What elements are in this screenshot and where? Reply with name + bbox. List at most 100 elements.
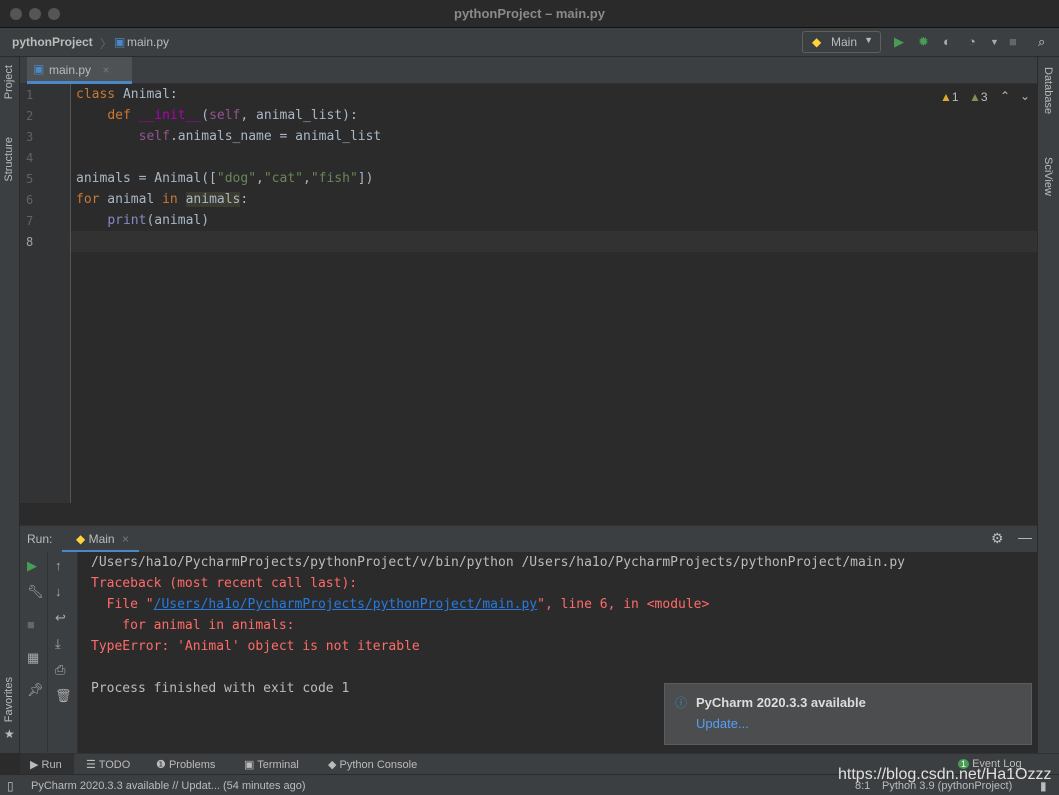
line-gutter: 1 2 3 4 5 6 7 8 bbox=[20, 84, 71, 503]
profile-icon[interactable]: ◔ bbox=[968, 34, 976, 49]
weak-warning-icon[interactable]: ▲3 bbox=[969, 90, 988, 104]
run-icon[interactable]: ▶ bbox=[894, 34, 904, 50]
breadcrumb-file[interactable]: main.py bbox=[127, 35, 169, 49]
chevron-down-icon: ▼ bbox=[864, 35, 873, 45]
tool-tab-terminal[interactable]: ▣ Terminal bbox=[244, 758, 299, 771]
status-message[interactable]: PyCharm 2020.3.3 available // Updat... (… bbox=[31, 780, 306, 792]
console-error: TypeError: 'Animal' object is not iterab… bbox=[91, 639, 420, 654]
tab-main-py[interactable]: ▣ main.py × bbox=[27, 57, 132, 84]
terminal-icon: ▣ bbox=[244, 759, 255, 771]
code-editor[interactable]: class Animal: def __init__(self, animal_… bbox=[71, 84, 1037, 503]
editor-bottom bbox=[20, 503, 1037, 525]
run-panel-label: Run: bbox=[27, 532, 53, 546]
code-line-5: animals = Animal(["dog","cat","fish"]) bbox=[76, 171, 374, 186]
close-tab-icon[interactable]: × bbox=[102, 63, 109, 77]
print-icon[interactable]: ⎙ bbox=[55, 662, 65, 678]
debug-icon[interactable]: ✹ bbox=[918, 34, 929, 50]
scroll-to-end-icon[interactable]: ⤓ bbox=[55, 636, 61, 652]
tool-tab-run[interactable]: ▶ Run bbox=[20, 754, 74, 775]
line-number: 6 bbox=[26, 193, 34, 207]
console-command-line: /Users/ha1o/PycharmProjects/pythonProjec… bbox=[91, 555, 905, 570]
watermark: https://blog.csdn.net/Ha1Ozzz bbox=[838, 766, 1052, 783]
structure-tool-button[interactable]: Structure bbox=[3, 137, 15, 182]
python-file-icon: ▣ bbox=[33, 62, 45, 76]
star-icon: ★ bbox=[4, 727, 15, 741]
arrow-up-icon[interactable]: ↑ bbox=[55, 558, 62, 573]
status-toggle-icon[interactable]: ▯ bbox=[7, 779, 14, 793]
close-window-button[interactable] bbox=[10, 8, 22, 20]
console-file-line: File "/Users/ha1o/PycharmProjects/python… bbox=[91, 597, 710, 612]
coverage-icon[interactable]: ◐ bbox=[943, 34, 951, 49]
run-config-select[interactable]: ◆ Main ▼ bbox=[802, 31, 881, 53]
run-icon: ▶ bbox=[30, 759, 39, 771]
problems-icon: ❶ bbox=[156, 759, 166, 771]
maximize-window-button[interactable] bbox=[48, 8, 60, 20]
more-run-chevron-icon[interactable]: ▼ bbox=[990, 37, 999, 47]
console-source-line: for animal in animals: bbox=[91, 618, 295, 633]
stop-icon[interactable]: ■ bbox=[1009, 34, 1017, 49]
project-tool-button[interactable]: Project bbox=[3, 65, 15, 99]
search-icon[interactable]: ⌕ bbox=[1038, 34, 1045, 50]
tool-tab-todo[interactable]: ☰ TODO bbox=[86, 758, 130, 771]
trash-icon[interactable]: 🗑︎ bbox=[55, 688, 72, 704]
tool-tab-problems[interactable]: ❶ Problems bbox=[156, 758, 215, 771]
python-icon: ◆ bbox=[76, 532, 86, 546]
breadcrumb-project[interactable]: pythonProject bbox=[12, 35, 93, 49]
traceback-file-link[interactable]: /Users/ha1o/PycharmProjects/pythonProjec… bbox=[154, 597, 538, 612]
line-number: 3 bbox=[26, 130, 34, 144]
run-config-label: Main bbox=[831, 35, 858, 49]
run-tab-label: Main bbox=[88, 532, 115, 546]
info-icon: ⓘ bbox=[675, 696, 688, 710]
next-highlight-icon[interactable]: ⌄ bbox=[1020, 89, 1030, 103]
title-bar: pythonProject – main.py bbox=[0, 0, 1059, 28]
run-panel-header: Run: ◆ Main × ⚙ — bbox=[20, 525, 1037, 553]
pin-icon[interactable]: 📌︎ bbox=[27, 682, 44, 698]
line-number: 1 bbox=[26, 88, 34, 102]
editor-tabs: ▣ main.py × bbox=[20, 57, 1037, 84]
console-exit-message: Process finished with exit code 1 bbox=[91, 681, 350, 696]
line-number: 8 bbox=[26, 235, 34, 249]
update-notification: ⓘ PyCharm 2020.3.3 available Update... bbox=[664, 683, 1032, 745]
breadcrumb-separator-icon: 〉 bbox=[100, 37, 113, 51]
console-toolbar: ↑ ↓ ↩ ⤓ ⎙ 🗑︎ bbox=[48, 552, 78, 753]
layout-icon[interactable]: ▦ bbox=[27, 650, 39, 666]
right-tool-strip: Database SciView bbox=[1037, 57, 1059, 753]
window-title: pythonProject – main.py bbox=[454, 6, 605, 21]
tab-label: main.py bbox=[49, 63, 92, 77]
console-traceback: Traceback (most recent call last): bbox=[91, 576, 358, 591]
sciview-tool-button[interactable]: SciView bbox=[1042, 157, 1054, 196]
minimize-window-button[interactable] bbox=[29, 8, 41, 20]
favorites-tool-button[interactable]: Favorites bbox=[3, 677, 15, 722]
line-number: 5 bbox=[26, 172, 34, 186]
left-tool-strip: Project Structure Favorites ★ bbox=[0, 57, 20, 753]
run-tab-main[interactable]: ◆ Main × bbox=[62, 526, 139, 553]
soft-wrap-icon[interactable]: ↩ bbox=[55, 610, 66, 626]
list-icon: ☰ bbox=[86, 759, 96, 771]
arrow-down-icon[interactable]: ↓ bbox=[55, 584, 62, 599]
line-number: 2 bbox=[26, 109, 34, 123]
wrench-icon[interactable]: 🔧︎ bbox=[27, 584, 44, 600]
code-line-7: print(animal) bbox=[107, 213, 210, 228]
previous-highlight-icon[interactable]: ⌃ bbox=[1000, 89, 1010, 103]
database-tool-button[interactable]: Database bbox=[1042, 67, 1054, 114]
code-line-3: self.animals_name = animal_list bbox=[138, 129, 382, 144]
run-toolbar: ▶ 🔧︎ ■ ▦ 📌︎ bbox=[20, 552, 48, 753]
navigation-bar: pythonProject 〉 ▣ main.py ◆ Main ▼ ▶ ✹ ◐… bbox=[0, 28, 1059, 57]
close-tab-icon[interactable]: × bbox=[122, 532, 129, 546]
line-number: 4 bbox=[26, 151, 34, 165]
tool-tab-python-console[interactable]: ◆ Python Console bbox=[328, 758, 417, 771]
python-icon: ◆ bbox=[328, 759, 337, 771]
python-icon: ◆ bbox=[812, 35, 822, 49]
gear-icon[interactable]: ⚙ bbox=[991, 530, 1004, 547]
hide-icon[interactable]: — bbox=[1018, 529, 1032, 545]
code-line-1: class Animal: bbox=[76, 87, 178, 102]
notification-title: PyCharm 2020.3.3 available bbox=[696, 695, 866, 710]
python-file-icon: ▣ bbox=[114, 35, 126, 49]
rerun-icon[interactable]: ▶ bbox=[27, 558, 37, 574]
stop-icon[interactable]: ■ bbox=[27, 617, 35, 632]
warning-icon[interactable]: ▲1 bbox=[940, 90, 959, 104]
code-line-6: for animal in animals: bbox=[76, 192, 249, 207]
update-link[interactable]: Update... bbox=[696, 716, 749, 731]
code-line-2: def __init__(self, animal_list): bbox=[107, 108, 358, 123]
current-line-highlight bbox=[71, 231, 1037, 252]
